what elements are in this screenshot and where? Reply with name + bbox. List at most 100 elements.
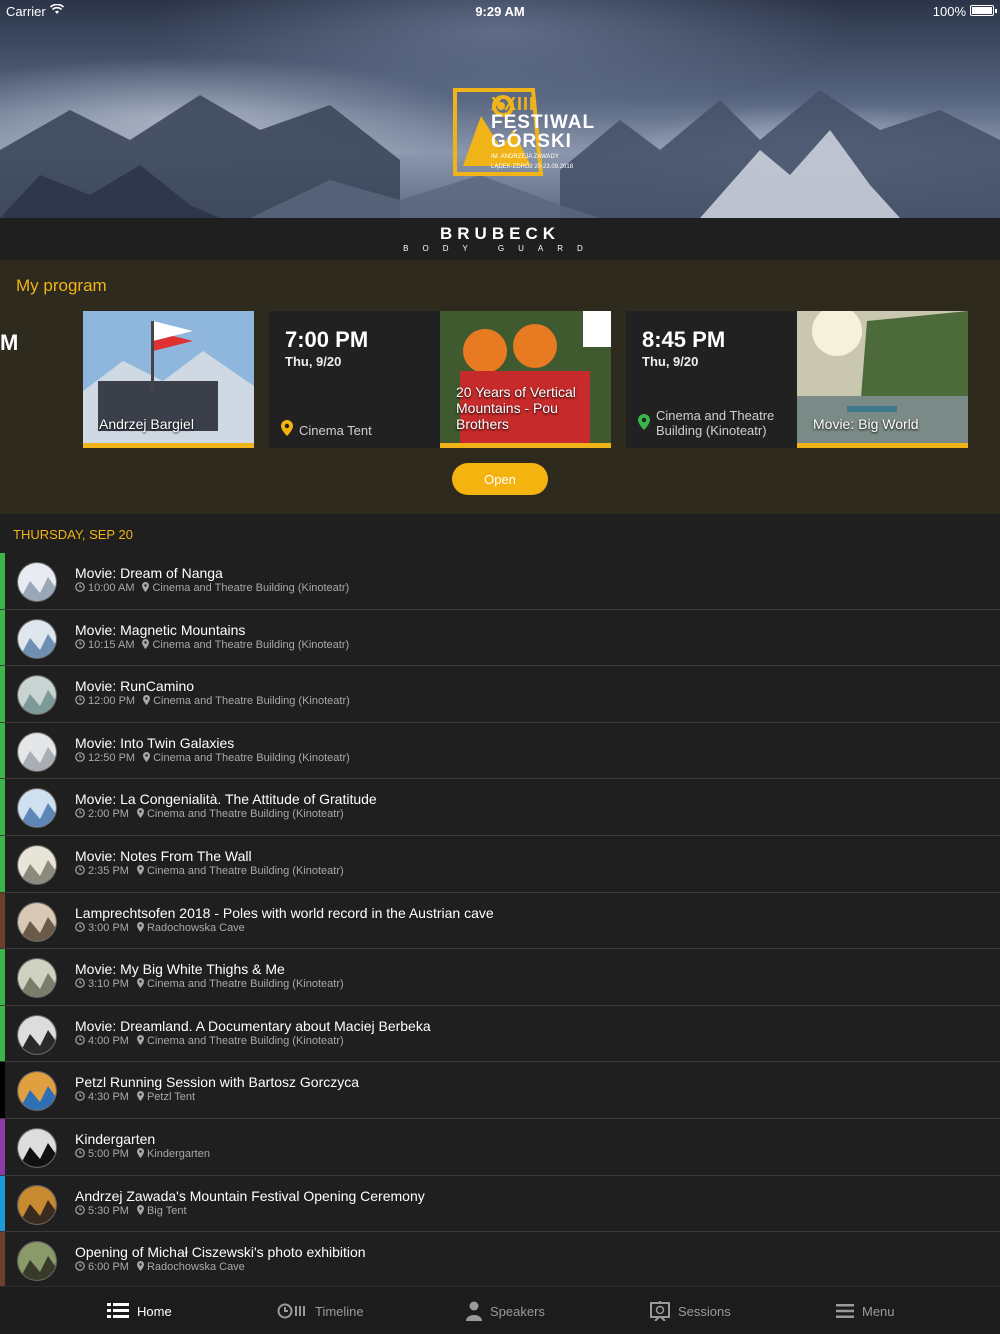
schedule-row[interactable]: Petzl Running Session with Bartosz Gorcz…	[0, 1062, 1000, 1119]
card-caption: Andrzej Bargiel	[99, 416, 194, 432]
session-place: Cinema and Theatre Building (Kinoteatr)	[152, 582, 350, 594]
card-time: 8:45 PM	[642, 327, 726, 352]
festival-title-line1: FESTIWAL	[491, 112, 596, 133]
session-place: Cinema and Theatre Building (Kinoteatr)	[153, 695, 350, 708]
status-bar: Carrier 9:29 AM 100%	[0, 0, 1000, 22]
schedule-row[interactable]: Movie: Dream of Nanga 10:00 AM Cinema and …	[0, 553, 1000, 610]
session-time: 12:50 PM	[88, 751, 136, 764]
schedule-row[interactable]: Andrzej Zawada's Mountain Festival Openi…	[0, 1175, 1000, 1233]
session-thumbnail	[17, 562, 57, 602]
session-time: 5:30 PM	[88, 1204, 129, 1217]
festival-logo-text: XXIII FESTIWAL GÓRSKI IM. ANDRZEJA ZAWAD…	[491, 95, 595, 171]
session-meta: 5:00 PM Kindergarten	[75, 1147, 210, 1160]
category-color-stripe	[0, 835, 5, 892]
speaker-icon	[466, 1301, 482, 1321]
my-program-title: My program	[16, 276, 107, 295]
schedule-row[interactable]: Movie: Dreamland. A Documentary about Ma…	[0, 1005, 1000, 1063]
festival-dates: LĄDEK-ZDRÓJ 20-23.09.2018	[491, 164, 574, 170]
schedule-row[interactable]: Movie: RunCamino 12:00 PM Cinema and Theat…	[0, 666, 1000, 723]
program-card-info[interactable]: 8:45 PM Thu, 9/20 Cinema and Theatre Bui…	[626, 311, 812, 448]
program-card-info[interactable]: 7:00 PM Thu, 9/20 Cinema Tent	[269, 311, 455, 448]
category-color-stripe	[0, 1005, 5, 1062]
tab-menu[interactable]: Menu	[836, 1287, 895, 1334]
festival-patron: IM. ANDRZEJA ZAWADY	[491, 154, 559, 160]
day-section-header: THURSDAY, SEP 20	[13, 527, 133, 542]
tab-sessions[interactable]: Sessions	[650, 1287, 731, 1334]
battery-icon	[970, 5, 997, 16]
clock-label: 9:29 AM	[475, 4, 525, 19]
app-screen: Carrier 9:29 AM 100% XXIII FESTIWAL GÓRS…	[0, 0, 1000, 1334]
session-title: Andrzej Zawada's Mountain Festival Openi…	[75, 1187, 425, 1204]
clock-icon	[75, 1261, 85, 1271]
session-thumbnail	[17, 788, 57, 829]
schedule-row[interactable]: Lamprechtsofen 2018 - Poles with world r…	[0, 892, 1000, 950]
location-pin-icon	[136, 978, 144, 989]
tab-speakers-label: Speakers	[490, 1303, 545, 1319]
session-time: 3:10 PM	[88, 978, 129, 991]
category-color-stripe	[0, 779, 5, 835]
card-caption: Movie: Big World	[813, 416, 919, 432]
tab-home[interactable]: Home	[107, 1287, 172, 1334]
session-thumbnail	[17, 1014, 57, 1055]
session-time: 3:00 PM	[88, 921, 129, 934]
schedule-row[interactable]: Kindergarten 5:00 PM Kindergarten	[0, 1118, 1000, 1176]
clock-icon	[75, 808, 85, 819]
session-place: Big Tent	[146, 1204, 187, 1217]
location-pin-icon	[143, 751, 151, 762]
clock-icon	[75, 638, 85, 649]
location-pin-icon	[136, 864, 144, 875]
category-color-stripe	[0, 666, 5, 722]
session-place: Radochowska Cave	[146, 1261, 245, 1274]
location-pin-icon	[136, 1147, 144, 1158]
location-pin-icon	[136, 1091, 144, 1102]
schedule-row[interactable]: Movie: Into Twin Galaxies 12:50 PM Cinema …	[0, 722, 1000, 780]
tab-menu-label: Menu	[862, 1303, 895, 1319]
menu-icon	[836, 1304, 854, 1318]
schedule-row[interactable]: Opening of Michał Ciszewski's photo exhi…	[0, 1232, 1000, 1289]
tab-timeline[interactable]: Timeline	[277, 1287, 364, 1334]
sponsor-name: BRUBECK	[440, 224, 560, 243]
tab-sessions-label: Sessions	[678, 1303, 731, 1319]
session-meta: 4:00 PM Cinema and Theatre Building (Kino…	[75, 1034, 344, 1047]
session-time: 4:30 PM	[88, 1091, 129, 1104]
category-color-stripe	[0, 1232, 5, 1288]
session-place: Cinema and Theatre Building (Kinoteatr)	[146, 1034, 344, 1047]
session-thumbnail	[17, 675, 57, 716]
sponsor-banner[interactable]: BRUBECK BODY GUARD	[0, 218, 1000, 260]
clock-icon	[75, 751, 85, 762]
session-meta: 2:00 PM Cinema and Theatre Building (Kino…	[75, 808, 344, 820]
session-title: Opening of Michał Ciszewski's photo exhi…	[75, 1244, 366, 1261]
session-thumbnail	[17, 731, 57, 772]
program-card-image[interactable]: Movie: Big World	[797, 311, 968, 448]
schedule-row[interactable]: Movie: La Congenialità. The Attitude of …	[0, 779, 1000, 836]
category-color-stripe	[0, 553, 5, 609]
open-program-button[interactable]: Open	[452, 463, 548, 495]
tab-speakers[interactable]: Speakers	[466, 1287, 545, 1334]
location-pin-icon	[136, 1034, 144, 1045]
session-meta: 2:35 PM Cinema and Theatre Building (Kino…	[75, 864, 344, 877]
location-pin-icon	[136, 921, 144, 932]
schedule-row[interactable]: Movie: Notes From The Wall 2:35 PM Cinema …	[0, 835, 1000, 893]
session-place: Kindergarten	[146, 1147, 210, 1160]
schedule-row[interactable]: Movie: Magnetic Mountains 10:15 AM Cinema …	[0, 609, 1000, 667]
session-time: 4:00 PM	[88, 1034, 129, 1047]
session-place: Cinema and Theatre Building (Kinoteatr)	[146, 864, 344, 877]
session-title: Lamprechtsofen 2018 - Poles with world r…	[75, 904, 494, 921]
session-title: Kindergarten	[75, 1130, 156, 1147]
schedule-list: Movie: Dream of Nanga 10:00 AM Cinema and …	[0, 553, 1000, 1289]
session-thumbnail	[17, 901, 57, 942]
card-highlight-bar	[83, 443, 254, 448]
schedule-row[interactable]: Movie: My Big White Thighs & Me 3:10 PM Ci…	[0, 949, 1000, 1006]
tab-home-label: Home	[137, 1303, 172, 1319]
category-color-stripe	[0, 1175, 5, 1232]
session-title: Movie: Dreamland. A Documentary about Ma…	[75, 1017, 431, 1034]
clock-icon	[75, 978, 85, 988]
card-highlight-bar	[440, 443, 611, 448]
session-place: Cinema and Theatre Building (Kinoteatr)	[146, 978, 344, 991]
program-card-image[interactable]: Andrzej Bargiel	[83, 311, 254, 448]
session-thumbnail	[17, 1071, 57, 1112]
session-title: Petzl Running Session with Bartosz Gorcz…	[75, 1074, 360, 1091]
session-place: Radochowska Cave	[146, 921, 245, 934]
program-card-image[interactable]: 20 Years of Vertical Mountains - Pou Bro…	[440, 311, 611, 448]
clock-icon	[75, 921, 85, 932]
